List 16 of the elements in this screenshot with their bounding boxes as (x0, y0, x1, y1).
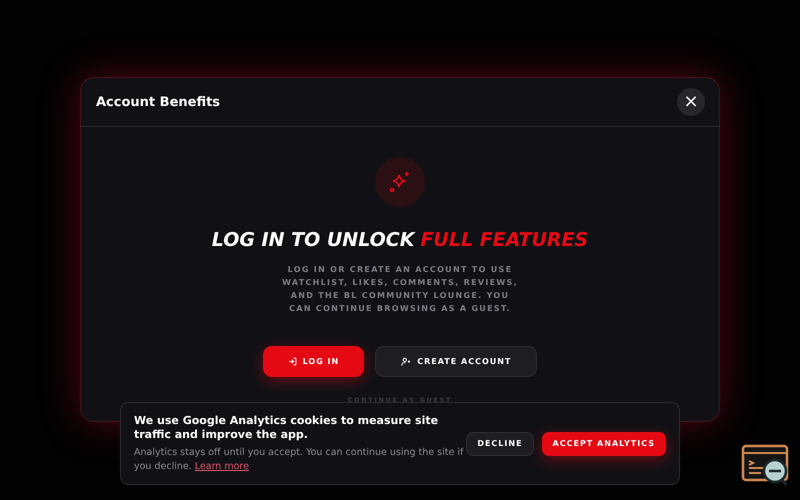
headline-highlight: FULL FEATURES (420, 229, 588, 251)
sparkle-icon (388, 170, 412, 194)
accept-button[interactable]: ACCEPT ANALYTICS (542, 432, 666, 456)
close-button[interactable]: × (677, 88, 705, 116)
add-user-icon (401, 356, 412, 366)
headline: LOG IN TO UNLOCK (212, 229, 414, 251)
modal-title: Account Benefits (96, 94, 220, 110)
cookie-heading: We use Google Analytics cookies to measure site traffic and improve the app. (134, 414, 440, 442)
description-text: LOG IN OR CREATE AN ACCOUNT TO USE WATCHLIST, LIKES, COMMENTS, REVIEWS, AND THE BL COMMUNITY LOUNGE. YOU CAN CONTINUE BROWSING AS A GUEST. (281, 264, 519, 315)
browser-search-icon[interactable] (741, 444, 791, 488)
create-account-button[interactable]: CREATE ACCOUNT (375, 346, 538, 377)
cookie-text: Analytics stays off until you accept. You can continue using the site if you decline. Learn more (134, 446, 464, 474)
login-button[interactable]: LOG IN (262, 346, 364, 377)
login-icon (288, 357, 297, 366)
decline-button[interactable]: DECLINE (466, 432, 534, 456)
learn-more-link[interactable]: Learn more (194, 460, 249, 472)
